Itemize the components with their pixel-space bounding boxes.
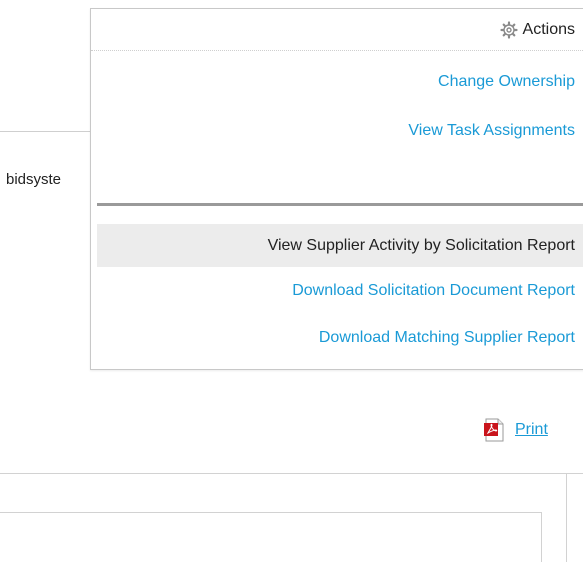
view-supplier-activity-report-link[interactable]: View Supplier Activity by Solicitation R… bbox=[97, 224, 583, 267]
download-solicitation-document-report-link[interactable]: Download Solicitation Document Report bbox=[292, 282, 583, 300]
actions-menu-title: Actions bbox=[522, 20, 575, 38]
background-text: bidsyste bbox=[6, 171, 62, 188]
gear-icon bbox=[499, 20, 518, 39]
inner-panel-top-border bbox=[0, 512, 542, 513]
content-panel-top-border bbox=[0, 473, 583, 474]
change-ownership-link[interactable]: Change Ownership bbox=[438, 73, 583, 91]
background-divider bbox=[0, 131, 92, 132]
print-action[interactable]: Print bbox=[483, 418, 548, 442]
inner-panel-right-border bbox=[541, 512, 542, 562]
actions-menu: Actions Change Ownership View Task Assig… bbox=[90, 8, 583, 370]
download-matching-supplier-report-link[interactable]: Download Matching Supplier Report bbox=[319, 329, 583, 347]
view-task-assignments-link[interactable]: View Task Assignments bbox=[408, 122, 583, 140]
content-panel-right-border bbox=[566, 473, 567, 562]
actions-menu-header[interactable]: Actions bbox=[91, 9, 583, 51]
print-link[interactable]: Print bbox=[515, 421, 548, 439]
pdf-icon[interactable] bbox=[483, 418, 505, 442]
menu-separator bbox=[97, 203, 583, 206]
